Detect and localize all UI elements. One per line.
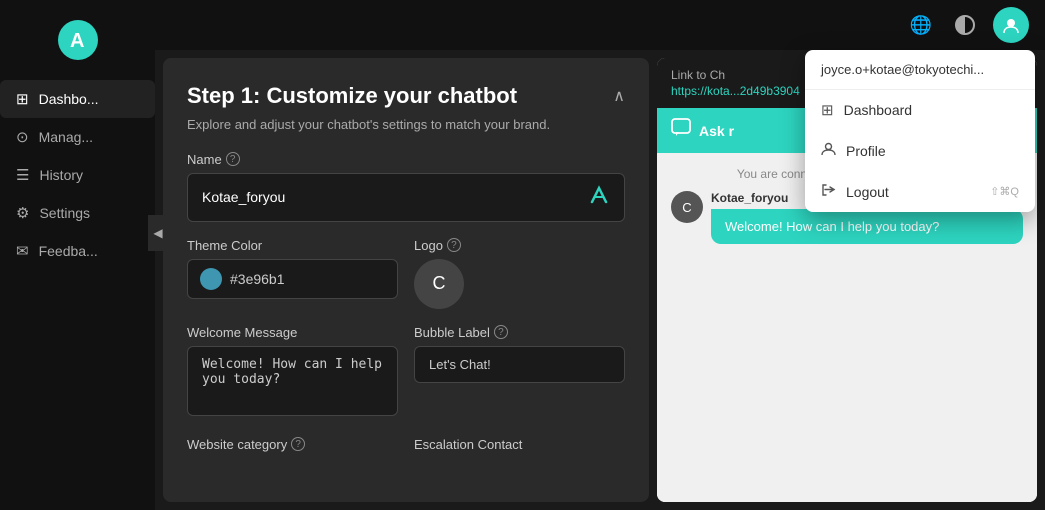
bubble-label-label: Bubble Label ? [414,325,625,340]
dropdown-item-dashboard[interactable]: ⊞ Dashboard [805,90,1035,130]
dropdown-profile-icon [821,141,836,160]
website-escalation-row: Website category ? Escalation Contact [187,437,625,458]
sidebar-item-dashboard[interactable]: ⊞ Dashbo... [0,80,155,118]
color-logo-row: Theme Color #3e96b1 Logo ? C [187,238,625,309]
welcome-message-label: Welcome Message [187,325,398,340]
logo-help-icon[interactable]: ? [447,238,461,252]
sidebar-item-label: Settings [39,205,90,221]
user-avatar-button[interactable] [993,7,1029,43]
history-icon: ☰ [16,166,29,184]
color-value: #3e96b1 [230,271,285,287]
kotae-brand-icon [588,184,610,211]
user-dropdown-menu: joyce.o+kotae@tokyotechi... ⊞ Dashboard … [805,50,1035,212]
step-title: Step 1: Customize your chatbot [187,82,550,111]
name-help-icon[interactable]: ? [226,152,240,166]
feedback-icon: ✉ [16,242,29,260]
sidebar-toggle[interactable]: ◀ [148,215,168,251]
dropdown-logout-icon [821,182,836,201]
theme-color-input[interactable]: #3e96b1 [187,259,398,299]
dropdown-item-profile[interactable]: Profile [805,130,1035,171]
logo-label: Logo ? [414,238,625,253]
theme-color-label: Theme Color [187,238,398,253]
dropdown-dashboard-label: Dashboard [844,102,913,118]
message-bubble-row: Welcome Message Welcome! How can I help … [187,325,625,421]
theme-toggle-button[interactable] [949,9,981,41]
escalation-contact-label: Escalation Contact [414,437,625,452]
dropdown-logout-label: Logout [846,184,889,200]
website-category-help-icon[interactable]: ? [291,437,305,451]
chat-preview-title: Ask r [699,123,734,139]
step-header: Step 1: Customize your chatbot Explore a… [187,82,625,132]
sidebar-item-settings[interactable]: ⚙ Settings [0,194,155,232]
bubble-help-icon[interactable]: ? [494,325,508,339]
dropdown-item-logout[interactable]: Logout ⇧⌘Q [805,171,1035,212]
name-section: Name ? Kotae_foryou [187,152,625,222]
dropdown-dashboard-icon: ⊞ [821,101,834,119]
welcome-message-section: Welcome Message Welcome! How can I help … [187,325,398,421]
globe-button[interactable]: 🌐 [905,9,937,41]
sidebar-item-label: Feedba... [39,243,98,259]
manage-icon: ⊙ [16,128,29,146]
sidebar-item-label: Manag... [39,129,93,145]
logo-section: Logo ? C [414,238,625,309]
bubble-input[interactable] [414,346,625,383]
bubble-label-section: Bubble Label ? [414,325,625,421]
app-logo[interactable]: A [58,20,98,60]
sidebar-item-history[interactable]: ☰ History [0,156,155,194]
preview-link-url[interactable]: https://kota...2d49b3904 [671,84,800,98]
bot-avatar: C [671,191,703,223]
dropdown-logout-shortcut: ⇧⌘Q [990,185,1019,198]
dropdown-email: joyce.o+kotae@tokyotechi... [805,50,1035,90]
sidebar-item-manage[interactable]: ⊙ Manag... [0,118,155,156]
welcome-message-input[interactable]: Welcome! How can I help you today? [187,346,398,416]
theme-color-section: Theme Color #3e96b1 [187,238,398,309]
topbar: 🌐 [155,0,1045,50]
step-panel: Step 1: Customize your chatbot Explore a… [163,58,649,502]
dashboard-icon: ⊞ [16,90,29,108]
website-category-label: Website category ? [187,437,398,452]
svg-text:A: A [70,30,84,52]
sidebar-item-feedback[interactable]: ✉ Feedba... [0,232,155,270]
dropdown-profile-label: Profile [846,143,886,159]
logo-input[interactable]: C [414,259,464,309]
name-label: Name ? [187,152,625,167]
collapse-button[interactable]: ∧ [613,86,625,106]
step-subtitle: Explore and adjust your chatbot's settin… [187,117,550,132]
bot-welcome-bubble: Welcome! How can I help you today? [711,209,1023,244]
settings-icon: ⚙ [16,204,29,222]
chat-bubble-icon [671,118,691,143]
sidebar: A ⊞ Dashbo... ⊙ Manag... ☰ History ⚙ Set… [0,0,155,510]
sidebar-item-label: History [39,167,83,183]
sidebar-item-label: Dashbo... [39,91,99,107]
name-input[interactable]: Kotae_foryou [187,173,625,222]
color-swatch [200,268,222,290]
